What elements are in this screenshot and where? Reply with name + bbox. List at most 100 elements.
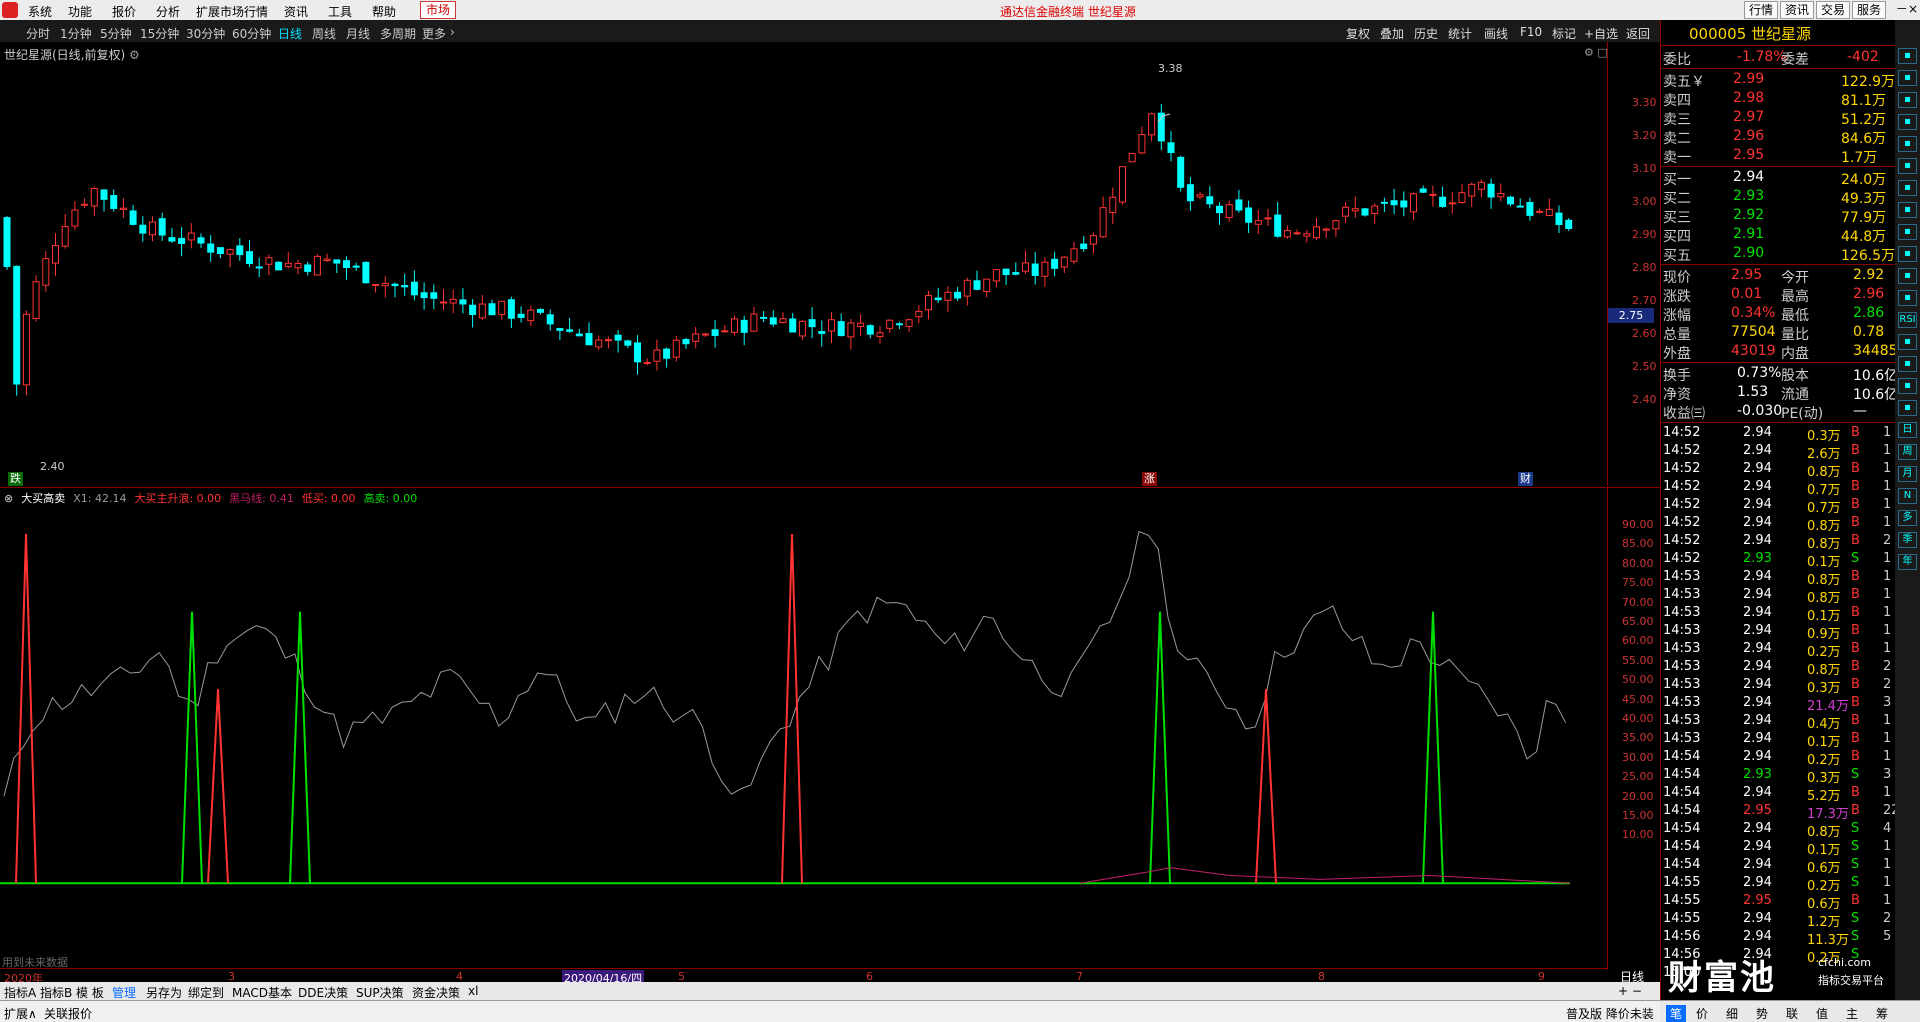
period-5min[interactable]: 5分钟 <box>100 25 132 42</box>
quote-tab[interactable]: 主 <box>1846 1005 1858 1022</box>
candle[interactable] <box>1332 219 1340 237</box>
side-tool-icon[interactable]: ▪ <box>1898 356 1917 372</box>
candle[interactable] <box>1371 203 1379 224</box>
candle[interactable] <box>1206 186 1214 209</box>
side-tool-icon[interactable]: ▪ <box>1898 246 1917 262</box>
candle[interactable] <box>575 328 583 337</box>
candle[interactable] <box>1410 192 1417 221</box>
side-tool-icon[interactable]: ▪ <box>1898 268 1917 284</box>
candle[interactable] <box>1448 192 1456 214</box>
candle[interactable] <box>440 289 447 310</box>
side-tool-icon[interactable]: 日 <box>1898 422 1917 438</box>
candle[interactable] <box>313 254 321 276</box>
candle[interactable] <box>1128 153 1136 163</box>
candle[interactable] <box>585 322 593 346</box>
candle[interactable] <box>1031 252 1039 285</box>
top-quote-button[interactable]: 行情 <box>1744 1 1778 19</box>
candle[interactable] <box>294 259 302 275</box>
candle[interactable] <box>1380 197 1388 212</box>
side-tool-icon[interactable]: 年 <box>1898 554 1917 570</box>
candle[interactable] <box>449 289 457 314</box>
candle[interactable] <box>721 324 729 333</box>
candle[interactable] <box>81 198 89 209</box>
candle[interactable] <box>527 305 535 327</box>
candle[interactable] <box>100 188 108 212</box>
candle[interactable] <box>1283 225 1291 239</box>
side-tool-icon[interactable]: RSI <box>1898 312 1917 328</box>
candle[interactable] <box>682 337 690 349</box>
candle[interactable] <box>362 261 370 284</box>
candle[interactable] <box>1458 183 1466 204</box>
candle[interactable] <box>1497 183 1505 202</box>
tab-template[interactable]: 模 板 <box>76 984 104 1001</box>
candle[interactable] <box>876 326 884 344</box>
candle[interactable] <box>1254 209 1262 235</box>
side-tool-icon[interactable]: 季 <box>1898 532 1917 548</box>
candle[interactable] <box>1157 103 1165 151</box>
candle[interactable] <box>789 312 797 333</box>
period-multi[interactable]: 多周期 <box>380 25 416 42</box>
candle[interactable] <box>1051 251 1059 277</box>
candle[interactable] <box>1109 187 1117 224</box>
candle[interactable] <box>265 254 273 276</box>
close-icon[interactable]: × <box>1908 2 1918 16</box>
tool-overlay[interactable]: 叠加 <box>1380 25 1404 42</box>
top-service-button[interactable]: 服务 <box>1852 1 1886 19</box>
candle[interactable] <box>1274 201 1282 238</box>
candle[interactable] <box>740 315 748 346</box>
tab-bind-to[interactable]: 绑定到 <box>188 984 224 1001</box>
side-tool-icon[interactable]: ▪ <box>1898 114 1917 130</box>
candle[interactable] <box>129 204 137 226</box>
candle[interactable] <box>1313 217 1320 241</box>
candle[interactable] <box>459 288 467 314</box>
tab-fund[interactable]: 资金决策 <box>412 984 460 1001</box>
candle[interactable] <box>323 253 331 262</box>
side-tool-icon[interactable]: ▪ <box>1898 224 1917 240</box>
candle[interactable] <box>1439 186 1447 209</box>
quote-tab[interactable]: 笔 <box>1666 1005 1687 1022</box>
candle[interactable] <box>1322 227 1330 238</box>
candle[interactable] <box>1361 207 1369 217</box>
candle[interactable] <box>149 216 156 242</box>
app-logo-icon[interactable] <box>2 2 18 18</box>
candle[interactable] <box>469 299 477 328</box>
candle[interactable] <box>90 186 98 217</box>
candle[interactable] <box>1545 198 1553 217</box>
candle[interactable] <box>1536 208 1544 214</box>
side-tool-icon[interactable]: ▪ <box>1898 290 1917 306</box>
candle[interactable] <box>226 248 234 268</box>
period-monthly[interactable]: 月线 <box>346 25 370 42</box>
candle[interactable] <box>71 201 79 230</box>
candle[interactable] <box>895 321 903 330</box>
quote-tab[interactable]: 势 <box>1756 1005 1768 1022</box>
side-tool-icon[interactable]: 月 <box>1898 466 1917 482</box>
candle[interactable] <box>1526 197 1534 221</box>
candle[interactable] <box>837 313 845 337</box>
candle[interactable] <box>1264 208 1272 227</box>
candle[interactable] <box>808 306 816 339</box>
candle[interactable] <box>1070 241 1078 265</box>
candle[interactable] <box>750 306 758 332</box>
candle[interactable] <box>1216 202 1223 225</box>
tab-manage[interactable]: 管理 <box>112 984 136 1001</box>
candle[interactable] <box>478 295 486 321</box>
candle[interactable] <box>1477 179 1485 198</box>
tab-xl[interactable]: xl <box>468 984 478 998</box>
tab-macd-basic[interactable]: MACD基本 <box>232 984 292 1001</box>
candle[interactable] <box>401 273 409 296</box>
side-tool-icon[interactable]: ▪ <box>1898 378 1917 394</box>
candle[interactable] <box>1177 155 1185 192</box>
period-1min[interactable]: 1分钟 <box>60 25 92 42</box>
candle[interactable] <box>798 320 806 340</box>
candle[interactable] <box>692 326 700 349</box>
candle[interactable] <box>634 335 641 375</box>
scroll-left-icon[interactable]: + − <box>1618 984 1642 998</box>
chart-options-icon[interactable]: ⚙ <box>1584 46 1594 59</box>
candle[interactable] <box>828 312 835 344</box>
indicator-chart[interactable] <box>0 488 1660 968</box>
candlestick-chart[interactable] <box>0 42 1660 487</box>
chevron-right-icon[interactable]: › <box>450 25 455 39</box>
candle[interactable] <box>944 286 952 312</box>
status-linked-quote[interactable]: 关联报价 <box>44 1005 92 1022</box>
candle[interactable] <box>13 265 21 396</box>
